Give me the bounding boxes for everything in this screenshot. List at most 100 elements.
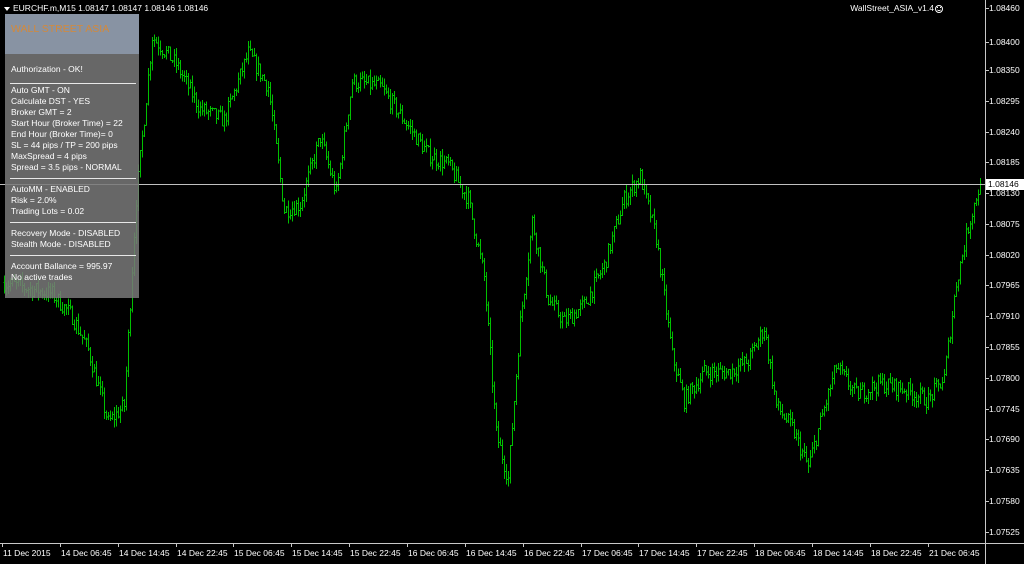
ohlc-bar [357, 82, 360, 93]
ohlc-bar [431, 155, 434, 170]
ohlc-bar [847, 368, 850, 390]
ohlc-bar [111, 411, 114, 421]
ohlc-bar [289, 209, 292, 220]
ohlc-bar [103, 387, 106, 420]
time-axis[interactable]: 11 Dec 2015 14 Dec 06:45 14 Dec 14:45 14 De… [0, 543, 985, 564]
price-tick-label: 1.08240 [989, 127, 1020, 137]
ohlc-bar [485, 271, 488, 312]
time-tick-label: 14 Dec 22:45 [177, 548, 228, 558]
ohlc-bar [411, 120, 414, 140]
ohlc-bar [521, 301, 524, 322]
ohlc-bar [877, 374, 880, 397]
time-tick-mark [638, 544, 639, 547]
ohlc-bar [195, 92, 198, 113]
ohlc-bar [881, 372, 884, 386]
ohlc-bar [517, 353, 520, 380]
ohlc-bar [319, 137, 322, 147]
time-tick-mark [407, 544, 408, 547]
price-tick-label: 1.07855 [989, 342, 1020, 352]
ohlc-bar [701, 366, 704, 383]
chart-area[interactable]: EURCHF.m,M15 1.08147 1.08147 1.08146 1.0… [0, 0, 985, 543]
ohlc-bar [955, 281, 958, 298]
ohlc-bar [371, 77, 374, 90]
ohlc-bar [529, 235, 532, 264]
time-tick-label: 17 Dec 14:45 [639, 548, 690, 558]
ohlc-bar [727, 368, 730, 376]
ohlc-bar [861, 381, 864, 391]
ohlc-bar [571, 307, 574, 324]
price-tick-label: 1.08460 [989, 3, 1020, 13]
ohlc-bar [537, 247, 540, 257]
time-tick-label: 14 Dec 14:45 [119, 548, 170, 558]
ohlc-bar [311, 157, 314, 170]
panel-line: AutoMM - ENABLED [11, 184, 90, 194]
ohlc-bar [673, 347, 676, 372]
price-chart[interactable] [0, 0, 985, 543]
ohlc-bar [769, 359, 772, 369]
ohlc-bar [287, 200, 290, 224]
ohlc-bar [273, 110, 276, 130]
ohlc-bar [831, 371, 834, 390]
ohlc-bar [147, 67, 150, 106]
ohlc-bar [327, 151, 330, 169]
ohlc-bar [587, 302, 590, 305]
ohlc-bar [187, 72, 190, 96]
bid-price-tag: 1.08146 [986, 179, 1024, 190]
ohlc-bar [331, 168, 334, 179]
chevron-down-icon[interactable] [4, 6, 10, 11]
ohlc-bar [377, 76, 380, 82]
ohlc-bar [215, 108, 218, 124]
ohlc-bar [903, 388, 906, 394]
ohlc-bar [843, 369, 846, 376]
time-tick-mark [928, 544, 929, 547]
ohlc-bar [345, 122, 348, 132]
ohlc-bar [535, 232, 538, 254]
ohlc-bar [931, 394, 934, 408]
ohlc-bar [641, 168, 644, 191]
ohlc-bar [741, 351, 744, 367]
expert-advisor-label[interactable]: WallStreet_ASIA_v1.4 [850, 3, 943, 13]
ohlc-bar [471, 202, 474, 220]
ohlc-bar [853, 382, 856, 394]
ohlc-bar [971, 213, 974, 230]
ohlc-bar [441, 148, 444, 176]
ohlc-bar [719, 362, 722, 370]
time-tick-label: 16 Dec 14:45 [466, 548, 517, 558]
ohlc-bar [933, 377, 936, 402]
ohlc-bar [525, 276, 528, 300]
ohlc-bar [423, 140, 426, 153]
ohlc-bar [845, 365, 848, 377]
ohlc-bar [483, 258, 486, 281]
ohlc-bar [819, 412, 822, 430]
ohlc-bar [799, 431, 802, 461]
ohlc-bar [875, 382, 878, 401]
ohlc-bar [811, 441, 814, 458]
time-tick-mark [754, 544, 755, 547]
ohlc-bar [153, 34, 156, 47]
ohlc-bar [979, 178, 982, 195]
ohlc-bar [629, 186, 632, 205]
time-tick-mark [118, 544, 119, 547]
ohlc-bar [113, 406, 116, 428]
ohlc-bar [415, 129, 418, 146]
ohlc-bar [869, 391, 872, 401]
ohlc-bar [907, 381, 910, 400]
ohlc-bar [109, 410, 112, 422]
ohlc-bar [805, 446, 808, 463]
time-tick-label: 15 Dec 14:45 [292, 548, 343, 558]
ohlc-bar [975, 198, 978, 206]
ohlc-bar [285, 205, 288, 213]
ohlc-bar [159, 40, 162, 56]
ohlc-bar [677, 368, 680, 376]
ohlc-bar [973, 202, 976, 224]
ohlc-bar [943, 368, 946, 384]
price-tick-label: 1.07800 [989, 373, 1020, 383]
ohlc-bar [563, 311, 566, 318]
ohlc-bar [763, 326, 766, 342]
ohlc-bar [231, 95, 234, 100]
axis-corner [985, 543, 1024, 564]
smiley-icon[interactable] [935, 4, 943, 13]
ohlc-bar [513, 401, 516, 432]
price-axis[interactable]: 1.08460 1.08400 1.08350 1.08295 1.08240 1.081… [985, 0, 1024, 543]
ohlc-bar [193, 86, 196, 104]
